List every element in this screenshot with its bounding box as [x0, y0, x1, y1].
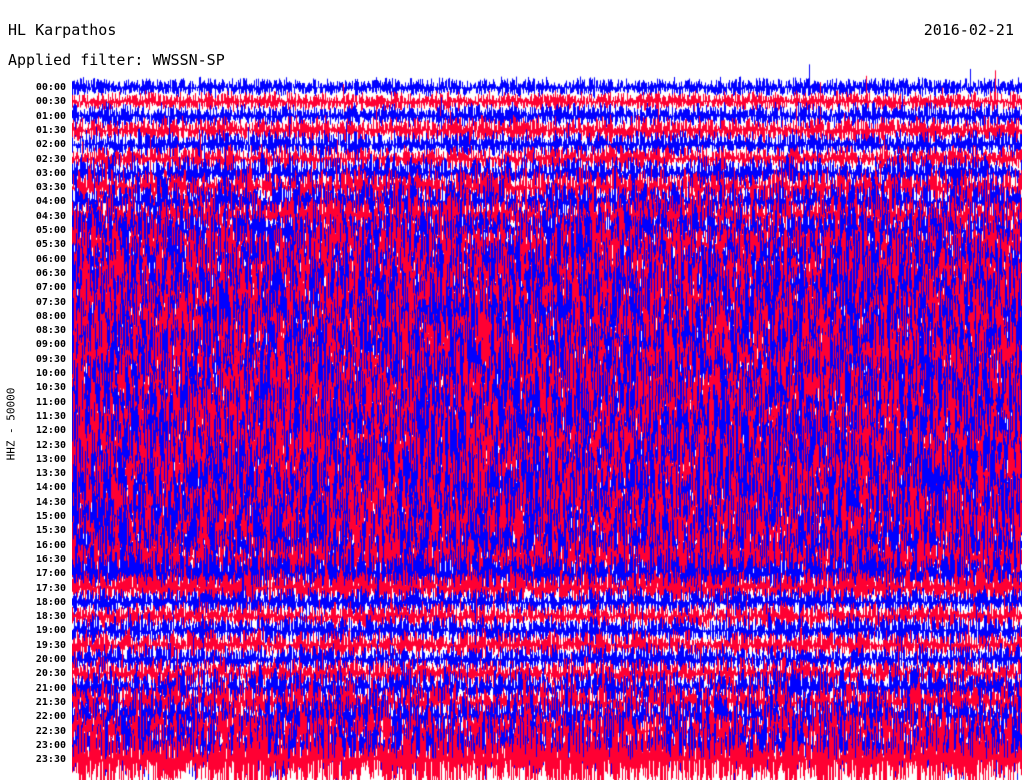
seismogram-plot	[72, 58, 1022, 780]
time-tick-label: 23:30	[35, 754, 66, 766]
time-tick-label: 13:30	[35, 468, 66, 480]
time-tick-label: 14:00	[35, 482, 66, 494]
time-tick-label: 14:30	[35, 496, 66, 508]
time-tick-label: 15:30	[35, 525, 66, 537]
time-tick-label: 22:30	[35, 725, 66, 737]
time-tick-label: 19:00	[35, 625, 66, 637]
time-tick-label: 03:30	[35, 182, 66, 194]
time-tick-label: 11:30	[35, 410, 66, 422]
time-tick-label: 23:00	[35, 739, 66, 751]
time-tick-label: 01:30	[35, 124, 66, 136]
time-tick-label: 05:00	[35, 225, 66, 236]
time-tick-label: 18:30	[35, 611, 66, 623]
time-tick-label: 09:30	[35, 353, 66, 365]
time-tick-label: 08:00	[35, 310, 66, 322]
time-tick-label: 04:00	[35, 196, 66, 208]
time-tick-label: 10:00	[35, 368, 66, 379]
time-tick-label: 20:00	[35, 654, 66, 665]
time-tick-label: 12:00	[35, 425, 66, 437]
time-tick-label: 02:30	[35, 153, 66, 165]
time-tick-label: 03:00	[35, 167, 66, 179]
time-tick-label: 17:00	[35, 568, 66, 580]
time-tick-label: 07:30	[35, 296, 66, 308]
time-tick-label: 11:00	[35, 396, 66, 408]
time-tick-label: 21:00	[35, 682, 66, 694]
time-tick-label: 19:30	[35, 639, 66, 651]
station-title: HL Karpathos	[8, 21, 117, 39]
date-label: 2016-02-21	[923, 21, 1014, 39]
time-tick-label: 05:30	[35, 239, 66, 251]
channel-label: HHZ - 50000	[4, 387, 18, 461]
time-tick-label: 07:00	[35, 282, 66, 294]
time-tick-label: 10:30	[35, 382, 66, 394]
time-tick-label: 17:30	[35, 582, 66, 594]
time-tick-label: 09:00	[35, 339, 66, 351]
time-tick-label: 00:30	[35, 96, 66, 108]
time-tick-label: 06:30	[35, 267, 66, 279]
time-tick-label: 20:30	[35, 668, 66, 680]
time-tick-label: 22:00	[35, 711, 66, 723]
time-tick-label: 21:30	[35, 696, 66, 708]
time-tick-label: 16:30	[35, 553, 66, 565]
time-tick-label: 16:00	[35, 539, 66, 551]
time-tick-label: 01:00	[35, 110, 66, 122]
time-tick-label: 08:30	[35, 325, 66, 337]
time-tick-label: 15:00	[35, 511, 66, 522]
time-tick-label: 00:00	[35, 82, 66, 93]
time-tick-label: 06:00	[35, 253, 66, 265]
time-tick-label: 12:30	[35, 439, 66, 451]
time-tick-label: 18:00	[35, 596, 66, 608]
time-tick-label: 02:00	[35, 139, 66, 151]
time-tick-label: 04:30	[35, 210, 66, 222]
time-tick-label: 13:00	[35, 453, 66, 465]
